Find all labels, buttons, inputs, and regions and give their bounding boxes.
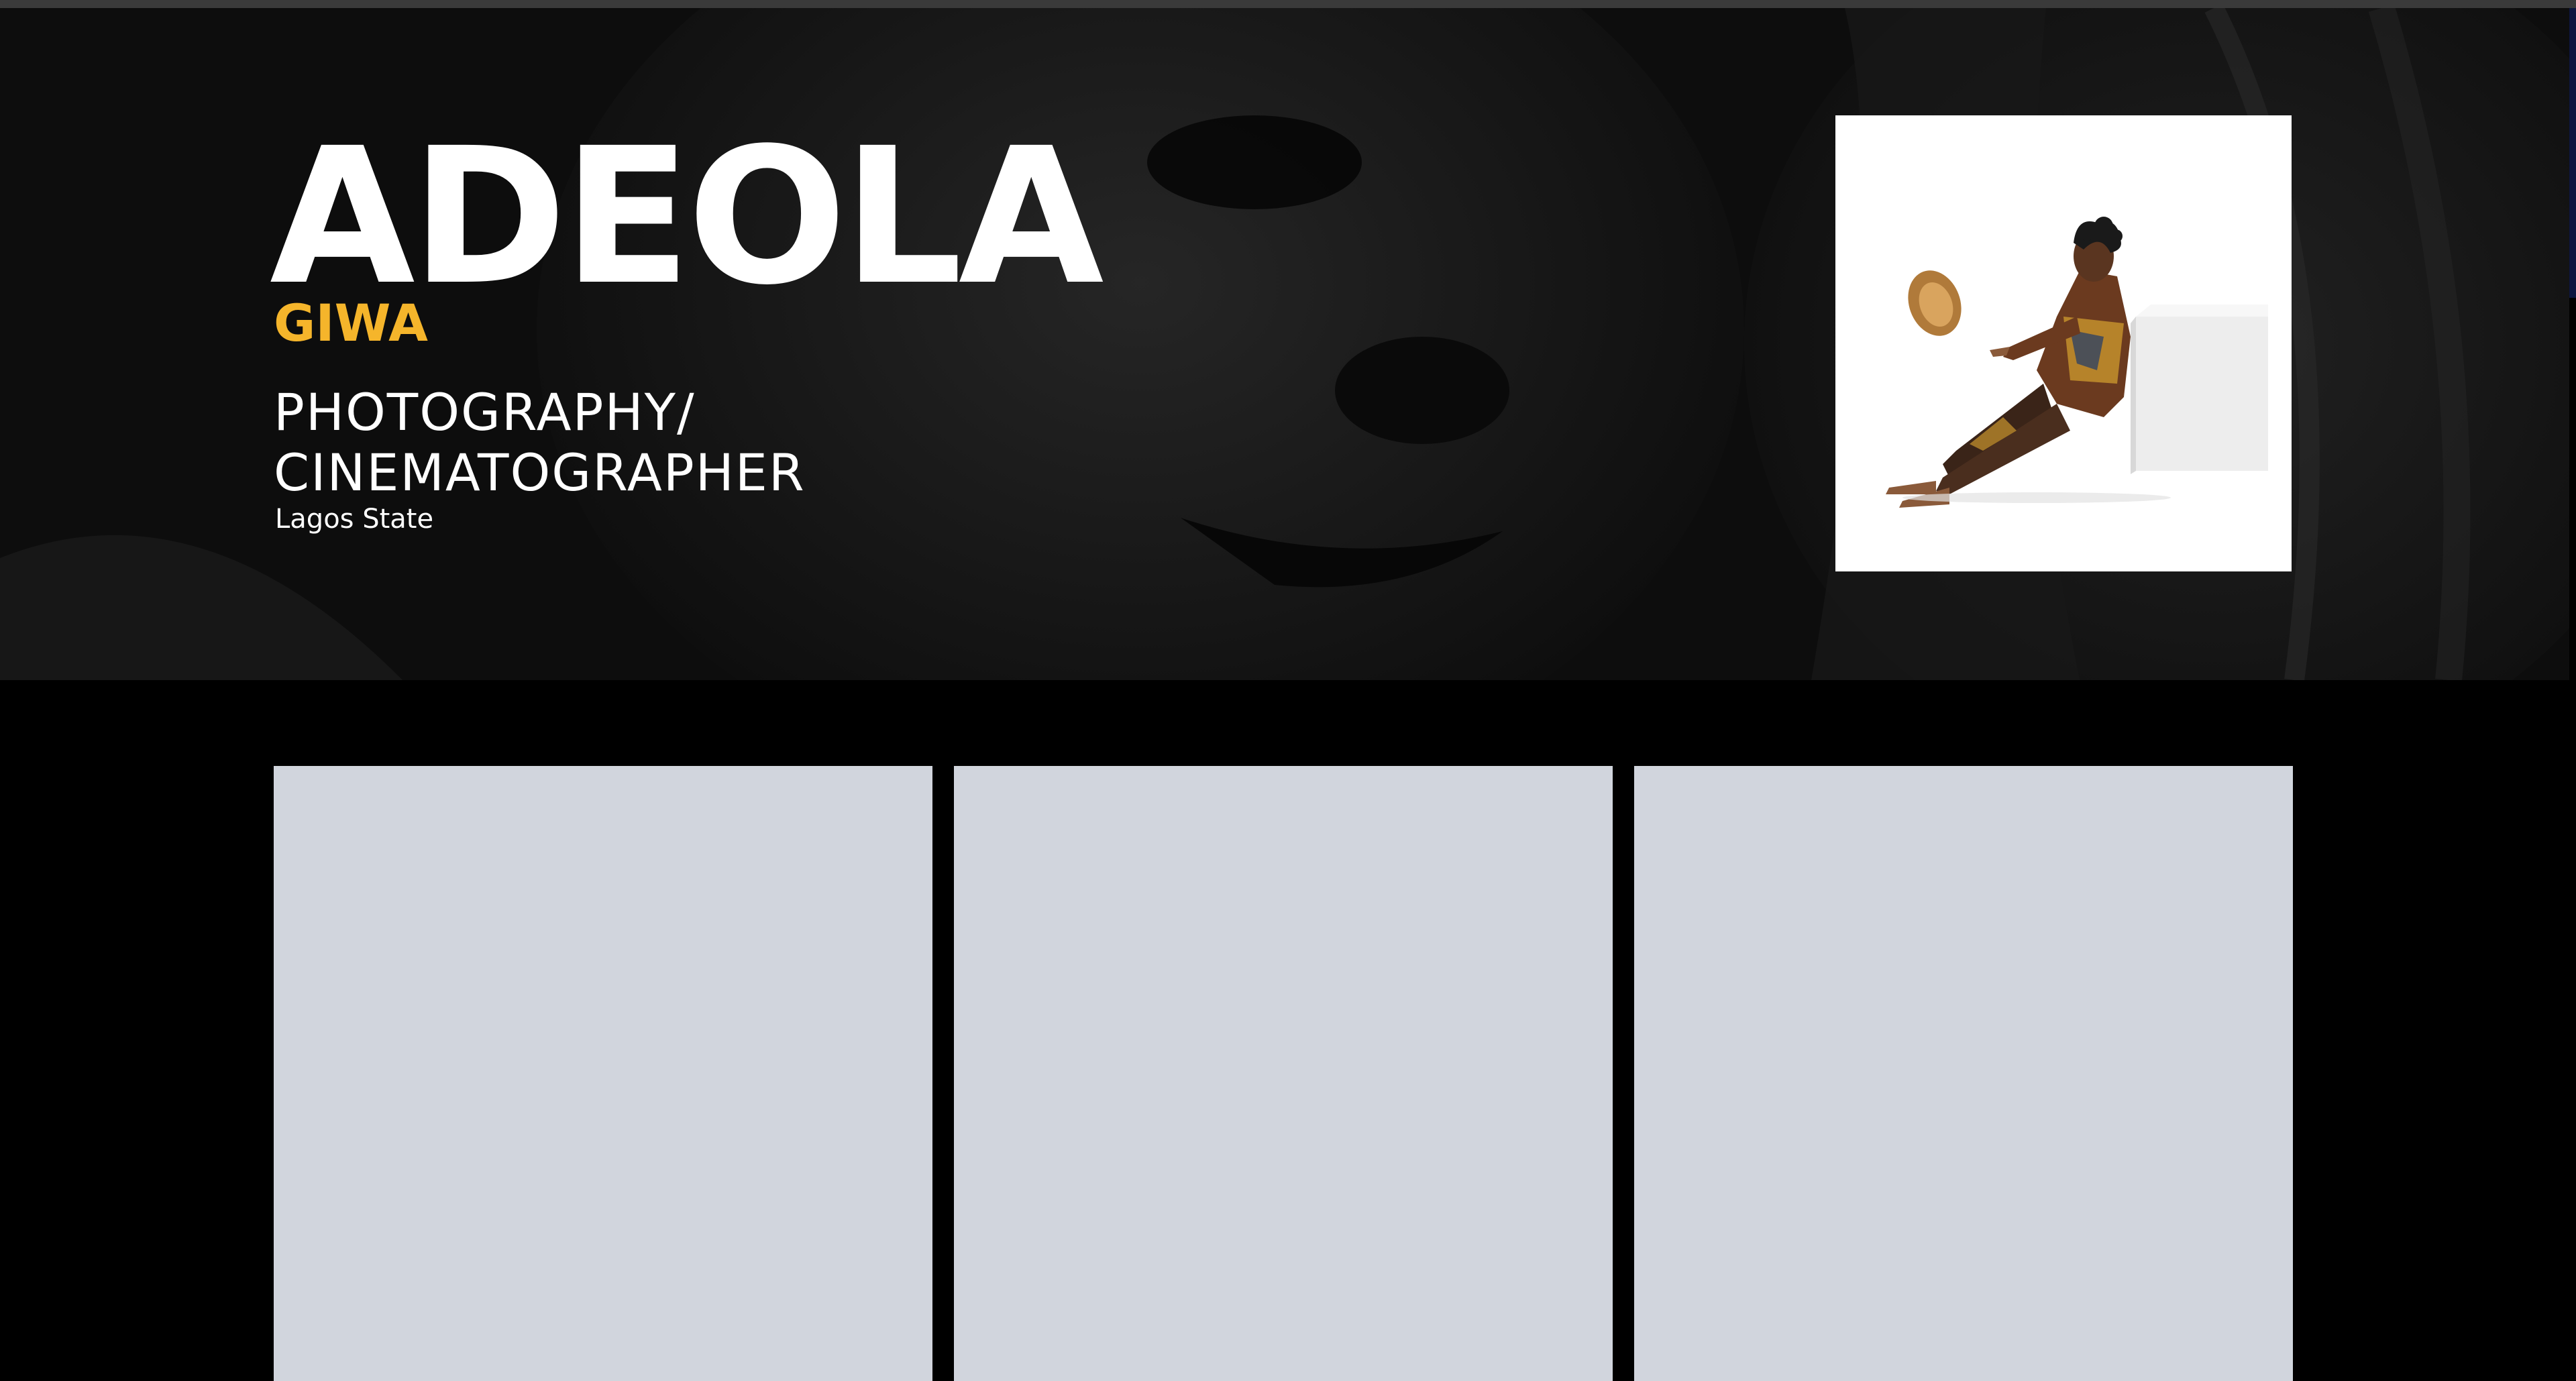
portrait-photo-icon — [1835, 115, 2292, 571]
profile-portrait — [1835, 115, 2292, 571]
hero-section: ADEOLA GIWA PHOTOGRAPHY/ CINEMATOGRAPHER… — [0, 8, 2569, 680]
first-name-heading: ADEOLA — [270, 108, 1104, 327]
portfolio-page: ADEOLA GIWA PHOTOGRAPHY/ CINEMATOGRAPHER… — [0, 0, 2576, 1381]
gallery-grid — [274, 766, 2293, 1381]
last-name-heading: GIWA — [274, 293, 428, 353]
scrollbar-thumb[interactable] — [2569, 8, 2576, 298]
role-line-2: CINEMATOGRAPHER — [274, 443, 806, 502]
location-text: Lagos State — [275, 504, 434, 535]
gallery-image-placeholder[interactable] — [1634, 766, 2293, 1381]
role-line-1: PHOTOGRAPHY/ — [274, 382, 696, 442]
browser-top-edge — [0, 0, 2576, 8]
gallery-image-placeholder[interactable] — [954, 766, 1613, 1381]
gallery-image-placeholder[interactable] — [274, 766, 932, 1381]
role-title: PHOTOGRAPHY/ CINEMATOGRAPHER — [274, 382, 806, 503]
